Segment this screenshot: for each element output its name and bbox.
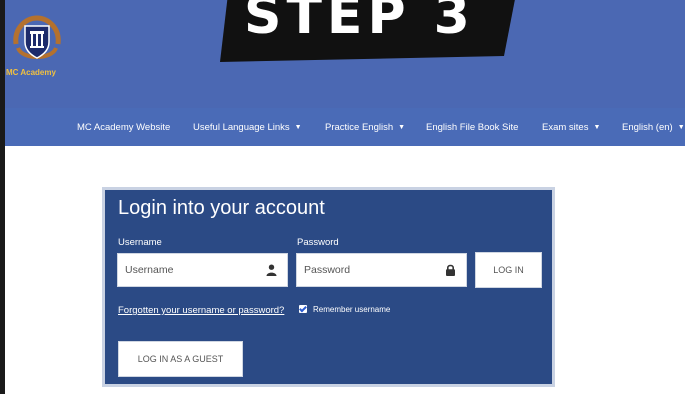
chevron-down-icon: ▼ <box>593 124 601 131</box>
remember-username-checkbox[interactable] <box>299 305 307 313</box>
nav-item-language-selector[interactable]: English (en) ▼ <box>622 122 685 133</box>
password-placeholder: Password <box>304 264 351 276</box>
guest-login-button[interactable]: LOG IN AS A GUEST <box>118 341 243 377</box>
lock-icon <box>446 264 455 276</box>
chevron-down-icon: ▼ <box>294 124 302 131</box>
login-button[interactable]: LOG IN <box>475 252 542 288</box>
brand-name: MC Academy <box>6 68 56 77</box>
username-label: Username <box>118 237 162 248</box>
remember-username-label: Remember username <box>313 305 391 314</box>
chevron-down-icon: ▼ <box>677 124 685 131</box>
nav-item-english-file-book-site[interactable]: English File Book Site <box>426 122 518 133</box>
login-title: Login into your account <box>118 197 325 219</box>
remember-username[interactable]: Remember username <box>299 305 390 314</box>
nav-item-mc-academy-website[interactable]: MC Academy Website <box>77 122 170 133</box>
user-icon <box>266 264 277 276</box>
username-input[interactable]: Username <box>117 253 288 287</box>
password-input[interactable]: Password <box>296 253 467 287</box>
nav-item-useful-language-links[interactable]: Useful Language Links ▼ <box>193 122 302 133</box>
academy-logo-icon[interactable] <box>10 14 64 66</box>
forgot-credentials-link[interactable]: Forgotten your username or password? <box>118 305 284 316</box>
nav-item-exam-sites[interactable]: Exam sites ▼ <box>542 122 600 133</box>
nav-item-practice-english[interactable]: Practice English ▼ <box>325 122 405 133</box>
password-label: Password <box>297 237 339 248</box>
page: MC Academy STEP 3 MC Academy Website Use… <box>0 0 685 394</box>
chevron-down-icon: ▼ <box>398 124 406 131</box>
step-banner-text: STEP 3 <box>244 0 475 46</box>
username-placeholder: Username <box>125 264 174 276</box>
